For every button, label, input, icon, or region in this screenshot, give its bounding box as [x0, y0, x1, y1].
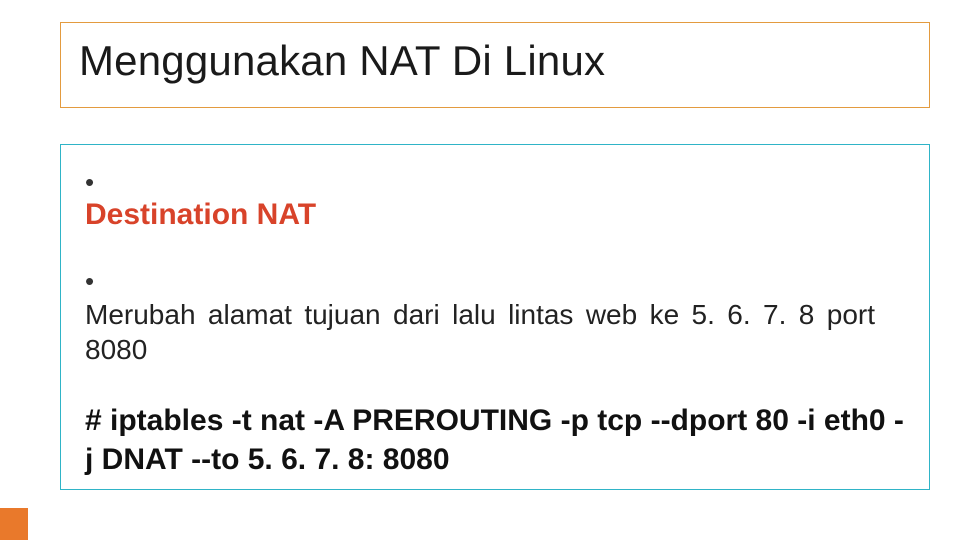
- command-text: # iptables -t nat -A PREROUTING -p tcp -…: [85, 401, 905, 479]
- bullet-text-destination-nat: Destination NAT: [85, 198, 875, 232]
- bullet-item: • Destination NAT: [85, 167, 905, 232]
- title-container: Menggunakan NAT Di Linux: [60, 22, 930, 108]
- bullet-marker: •: [85, 167, 111, 198]
- content-container: • Destination NAT • Merubah alamat tujua…: [60, 144, 930, 490]
- slide-title: Menggunakan NAT Di Linux: [79, 37, 911, 85]
- bullet-marker: •: [85, 266, 111, 297]
- bullet-text-description: Merubah alamat tujuan dari lalu lintas w…: [85, 297, 875, 367]
- accent-bar: [0, 508, 28, 540]
- bullet-item: • Merubah alamat tujuan dari lalu lintas…: [85, 266, 905, 367]
